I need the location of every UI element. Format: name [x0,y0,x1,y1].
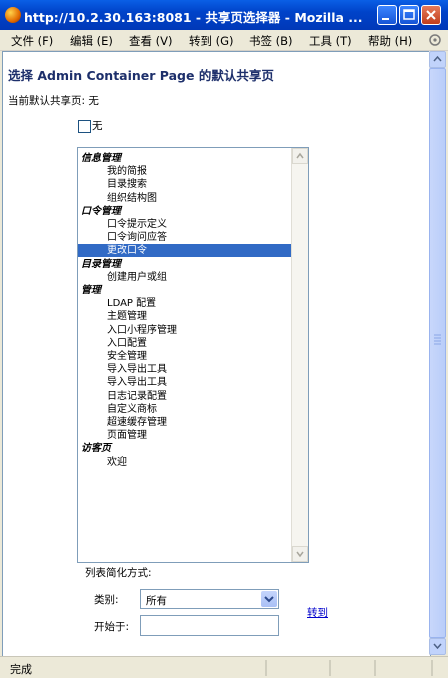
goto-link[interactable]: 转到 [307,605,328,620]
none-checkbox[interactable] [78,120,91,133]
list-option[interactable]: 我的简报 [107,165,308,178]
list-option[interactable]: 入口配置 [107,337,308,350]
menu-tools[interactable]: 工具 (T) [309,33,352,49]
category-select[interactable]: 所有 [140,589,279,609]
chevron-down-icon [264,596,274,603]
list-option[interactable]: 目录搜索 [107,178,308,191]
menu-edit[interactable]: 编辑 (E) [70,33,113,49]
shared-page-listbox[interactable]: 信息管理 我的简报 目录搜索 组织结构图 口令管理 口令提示定义 口令询问应答 更改口令 目录管… [77,147,309,563]
browser-window: http://10.2.30.163:8081 - 共享页选择器 - Mozil… [0,0,448,678]
list-option[interactable]: 组织结构图 [107,192,308,205]
firefox-icon [5,7,21,23]
chevron-up-icon [296,152,304,159]
chevron-down-icon [296,551,304,558]
menu-go[interactable]: 转到 (G) [189,33,234,49]
list-option[interactable]: 自定义商标 [107,403,308,416]
none-label: 无 [92,120,103,132]
list-option[interactable]: 导入导出工具 [107,376,308,389]
start-with-input[interactable] [140,615,279,636]
category-label: 类别: [94,594,119,606]
chevron-down-icon [433,643,442,650]
window-title: http://10.2.30.163:8081 - 共享页选择器 - Mozil… [24,10,363,25]
list-group-header[interactable]: 信息管理 [81,152,294,165]
list-group-header[interactable]: 口令管理 [81,205,294,218]
maximize-icon [403,9,415,20]
maximize-button[interactable] [399,5,419,25]
close-icon [426,10,436,20]
page-scroll-thumb[interactable] [429,68,446,638]
menu-file[interactable]: 文件 (F) [11,33,53,49]
menu-bar: 文件 (F) 编辑 (E) 查看 (V) 转到 (G) 书签 (B) 工具 (T… [0,30,448,51]
menu-bookmarks[interactable]: 书签 (B) [249,33,293,49]
page-scrollbar[interactable] [429,51,446,655]
list-option[interactable]: LDAP 配置 [107,297,308,310]
page-scroll-down[interactable] [429,638,446,655]
list-option[interactable]: 更改口令 [78,244,291,258]
title-bar[interactable]: http://10.2.30.163:8081 - 共享页选择器 - Mozil… [0,0,448,30]
list-option[interactable]: 超速缓存管理 [107,416,308,429]
menu-help[interactable]: 帮助 (H) [368,33,412,49]
page-content: 选择 Admin Container Page 的默认共享页 当前默认共享页: … [2,51,431,657]
list-option[interactable]: 安全管理 [107,350,308,363]
list-option[interactable]: 页面管理 [107,429,308,442]
status-dividers [265,660,433,676]
throbber-icon [429,34,441,46]
minimize-icon [382,18,389,20]
list-option[interactable]: 口令询问应答 [107,231,308,244]
chevron-up-icon [433,55,442,62]
list-option[interactable]: 日志记录配置 [107,390,308,403]
category-value: 所有 [146,595,167,607]
list-group-header[interactable]: 访客页 [81,442,294,455]
page-title: 选择 Admin Container Page 的默认共享页 [8,68,274,83]
status-bar: 完成 [0,656,448,678]
list-group-header[interactable]: 管理 [81,284,294,297]
list-option[interactable]: 创建用户或组 [107,271,308,284]
sort-method-label: 列表简化方式: [85,567,152,579]
listbox-scroll-up[interactable] [292,148,308,164]
minimize-button[interactable] [377,5,397,25]
menu-view[interactable]: 查看 (V) [129,33,173,49]
close-button[interactable] [421,5,441,25]
listbox-scrollbar[interactable] [291,148,308,562]
category-dropdown-button[interactable] [261,591,277,607]
list-group-header[interactable]: 目录管理 [81,258,294,271]
current-default-text: 当前默认共享页: 无 [8,95,99,107]
grip-icon [434,334,441,345]
list-option[interactable]: 欢迎 [107,456,308,469]
list-option[interactable]: 主题管理 [107,310,308,323]
page-scroll-up[interactable] [429,51,446,68]
list-option[interactable]: 导入导出工具 [107,363,308,376]
start-with-label: 开始于: [94,621,130,633]
list-option[interactable]: 口令提示定义 [107,218,308,231]
listbox-scroll-down[interactable] [292,546,308,562]
list-option[interactable]: 入口小程序管理 [107,324,308,337]
